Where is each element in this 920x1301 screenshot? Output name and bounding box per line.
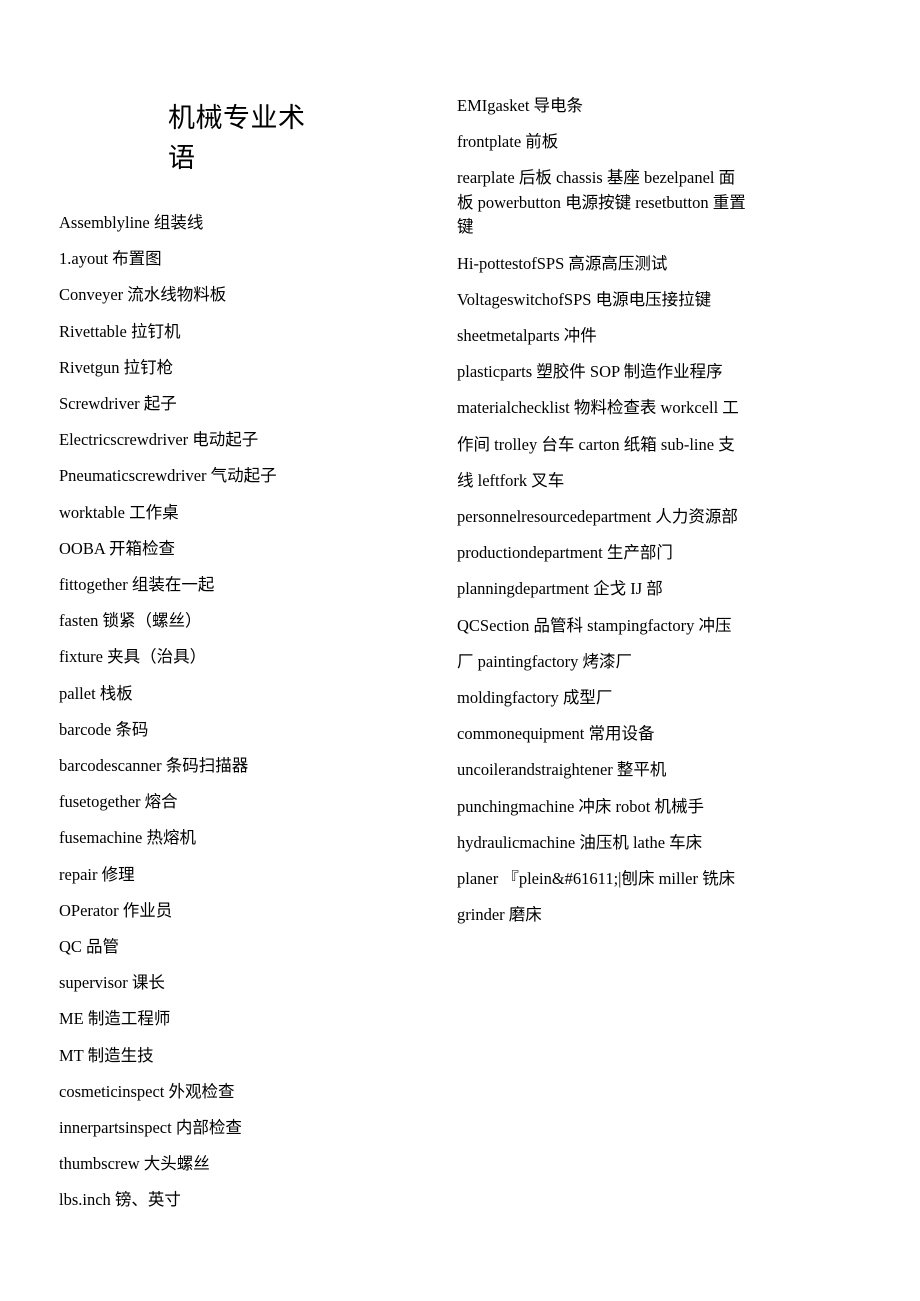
glossary-entry: supervisor 课长 <box>59 973 165 993</box>
glossary-entry: Pneumaticscrewdriver 气动起子 <box>59 466 277 486</box>
glossary-entry: Conveyer 流水线物料板 <box>59 285 227 305</box>
glossary-paragraph: planer 『plein&#61611;|刨床 miller 铣床 <box>457 869 736 889</box>
glossary-entry: barcode 条码 <box>59 719 149 739</box>
glossary-entry: Rivettable 拉钉机 <box>59 321 181 341</box>
glossary-entry: 1.ayout 布置图 <box>59 249 162 269</box>
glossary-entry: fixture 夹具（治具） <box>59 647 207 667</box>
glossary-paragraph: punchingmachine 冲床 robot 机械手 hydraulicma… <box>457 796 705 852</box>
glossary-entry: fasten 锁紧（螺丝） <box>59 611 202 631</box>
glossary-paragraph: rearplate 后板 chassis 基座 bezelpanel 面板 po… <box>457 168 746 237</box>
glossary-entry: Electricscrewdriver 电动起子 <box>59 430 259 450</box>
glossary-entry: cosmeticinspect 外观检查 <box>59 1081 235 1101</box>
glossary-entry: fusetogether 熔合 <box>59 792 178 812</box>
glossary-entry: innerpartsinspect 内部检查 <box>59 1118 242 1138</box>
glossary-entry: uncoilerandstraightener 整平机 <box>457 760 667 780</box>
glossary-entry: Assemblyline 组装线 <box>59 213 204 232</box>
glossary-entry: productiondepartment 生产部门 <box>457 543 673 563</box>
glossary-paragraph: plasticparts 塑胶件 SOP 制造作业程序 materialchec… <box>457 362 739 527</box>
glossary-entry: Screwdriver 起子 <box>59 394 177 414</box>
glossary-entry: Hi-pottestofSPS 高源高压测试 <box>457 253 668 273</box>
right-glossary-column: EMIgasket 导电条 frontplate 前板 rearplate 后板 c… <box>457 88 747 933</box>
glossary-entry: OPerator 作业员 <box>59 900 173 920</box>
glossary-paragraph: QCSection 品管科 stampingfactory 冲压厂 painti… <box>457 615 732 671</box>
glossary-entry: commonequipment 常用设备 <box>457 724 655 744</box>
glossary-entry: MT 制造生技 <box>59 1045 154 1065</box>
glossary-entry: EMIgasket 导电条 <box>457 96 584 115</box>
glossary-entry: fusemachine 热熔机 <box>59 828 197 848</box>
page-title: 机械专业术语 <box>168 103 306 174</box>
glossary-entry: OOBA 开箱检查 <box>59 538 175 558</box>
glossary-entry: barcodescanner 条码扫描器 <box>59 756 249 776</box>
document-page: 机械专业术语 Assemblyline 组装线 1.ayout 布置图 Convey… <box>0 0 920 1301</box>
glossary-entry: fittogether 组装在一起 <box>59 575 215 595</box>
glossary-entry: repair 修理 <box>59 864 135 884</box>
glossary-entry: QC 品管 <box>59 937 120 957</box>
left-glossary-column: Assemblyline 组装线 1.ayout 布置图 Conveyer 流水线物… <box>59 205 389 1219</box>
glossary-entry: moldingfactory 成型厂 <box>457 688 613 708</box>
glossary-entry: pallet 栈板 <box>59 683 133 703</box>
glossary-entry: ME 制造工程师 <box>59 1009 171 1029</box>
glossary-entry: planningdepartment 企戈 IJ 部 <box>457 579 663 599</box>
glossary-entry: thumbscrew 大头螺丝 <box>59 1154 210 1174</box>
glossary-entry: worktable 工作桌 <box>59 502 179 522</box>
glossary-entry: grinder 磨床 <box>457 905 542 925</box>
glossary-paragraph: VoltageswitchofSPS 电源电压接拉键 sheetmetalpar… <box>457 289 712 346</box>
glossary-entry: frontplate 前板 <box>457 132 559 152</box>
glossary-entry: lbs.inch 镑、英寸 <box>59 1190 181 1210</box>
glossary-entry: Rivetgun 拉钉枪 <box>59 357 174 377</box>
